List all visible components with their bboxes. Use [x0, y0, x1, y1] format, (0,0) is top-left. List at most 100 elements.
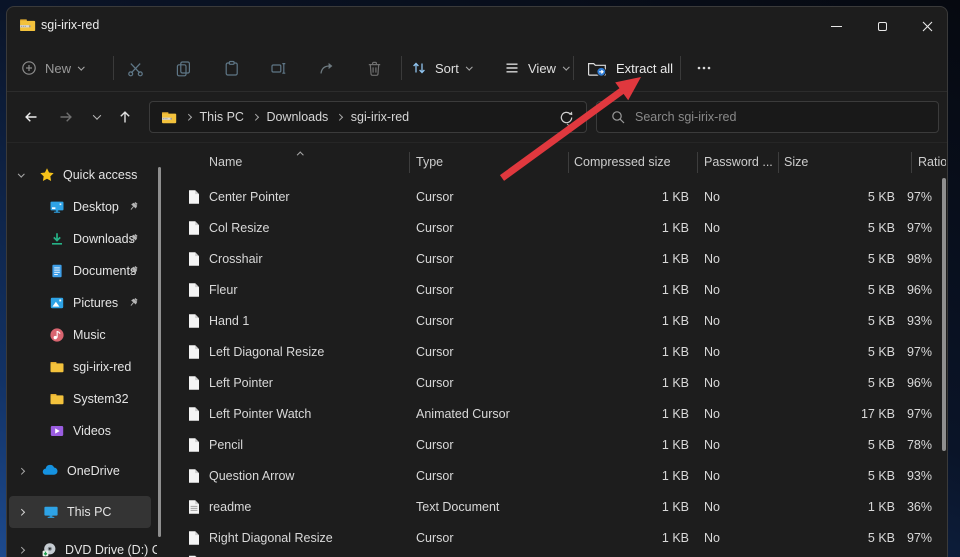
file-row[interactable]: Left Diagonal Resize Cursor 1 KB No 5 KB…: [171, 336, 948, 367]
file-row[interactable]: Left Pointer Watch Animated Cursor 1 KB …: [171, 398, 948, 429]
address-box[interactable]: This PC Downloads sgi-irix-red: [149, 101, 587, 133]
cell-compressed: 1 KB: [607, 190, 689, 204]
search-input[interactable]: [635, 110, 905, 124]
sidebar-item-documents[interactable]: Documents: [7, 256, 171, 286]
rename-icon: [270, 60, 287, 77]
new-button[interactable]: New: [21, 45, 84, 91]
pictures-icon: [49, 295, 65, 311]
sidebar-scrollbar[interactable]: [158, 167, 161, 537]
view-button[interactable]: View: [504, 45, 568, 91]
sidebar-item-pictures[interactable]: Pictures: [7, 288, 171, 318]
column-header-compressed-size[interactable]: Compressed size: [574, 155, 671, 169]
cell-size: 5 KB: [807, 469, 895, 483]
column-divider[interactable]: [778, 152, 779, 173]
file-icon: [188, 189, 200, 204]
recent-locations-button[interactable]: [86, 100, 108, 134]
sidebar-item-videos[interactable]: Videos: [7, 416, 171, 446]
breadcrumb-current-folder[interactable]: sgi-irix-red: [351, 110, 409, 124]
forward-button[interactable]: [53, 100, 79, 134]
share-icon: [318, 60, 335, 77]
file-row[interactable]: Pencil Cursor 1 KB No 5 KB 78%: [171, 429, 948, 460]
search-icon: [611, 110, 625, 124]
cut-button[interactable]: [121, 45, 149, 91]
sort-ascending-icon: [298, 146, 303, 160]
chevron-right-icon[interactable]: [19, 510, 29, 515]
sidebar-item-downloads[interactable]: Downloads: [7, 224, 171, 254]
view-button-label: View: [528, 61, 556, 76]
file-icon: [188, 530, 200, 545]
refresh-button[interactable]: [553, 100, 579, 134]
column-header-size[interactable]: Size: [784, 155, 808, 169]
arrow-up-icon: [117, 109, 133, 125]
cell-compressed: 1 KB: [607, 283, 689, 297]
breadcrumb-this-pc[interactable]: This PC: [200, 110, 244, 124]
back-button[interactable]: [18, 100, 44, 134]
paste-button[interactable]: [217, 45, 245, 91]
up-button[interactable]: [112, 100, 138, 134]
maximize-button[interactable]: [859, 7, 905, 45]
close-icon: [922, 21, 933, 32]
column-header-type[interactable]: Type: [416, 155, 443, 169]
maximize-icon: [878, 22, 887, 31]
chevron-right-icon: [185, 114, 191, 120]
copy-button[interactable]: [169, 45, 197, 91]
sidebar-item-sgi-irix-red[interactable]: sgi-irix-red: [7, 352, 171, 382]
cell-size: 5 KB: [807, 314, 895, 328]
breadcrumb-downloads[interactable]: Downloads: [266, 110, 328, 124]
share-button[interactable]: [312, 45, 340, 91]
chevron-right-icon[interactable]: [19, 469, 29, 474]
chevron-down-icon[interactable]: [19, 173, 29, 178]
toolbar-separator: [680, 56, 681, 80]
file-icon: [188, 375, 200, 390]
sidebar-item-desktop[interactable]: Desktop: [7, 192, 171, 222]
file-list-scrollbar[interactable]: [942, 178, 946, 451]
file-row[interactable]: Hand 1 Cursor 1 KB No 5 KB 93%: [171, 305, 948, 336]
delete-button[interactable]: [360, 45, 388, 91]
breadcrumb: This PC Downloads sgi-irix-red: [150, 102, 586, 132]
cell-size: 5 KB: [807, 438, 895, 452]
sidebar-item-quick-access[interactable]: Quick access: [7, 160, 171, 190]
column-divider[interactable]: [697, 152, 698, 173]
onedrive-cloud-icon: [41, 463, 57, 479]
file-row[interactable]: Col Resize Cursor 1 KB No 5 KB 97%: [171, 212, 948, 243]
sidebar-item-system32[interactable]: System32: [7, 384, 171, 414]
sidebar-label: Downloads: [73, 232, 135, 246]
extract-all-button[interactable]: Extract all: [587, 45, 673, 91]
file-icon: [188, 220, 200, 235]
file-icon: [188, 468, 200, 483]
rename-button[interactable]: [264, 45, 292, 91]
chevron-right-icon: [336, 114, 342, 120]
column-divider[interactable]: [409, 152, 410, 173]
chevron-right-icon[interactable]: [19, 548, 29, 553]
column-header-ratio[interactable]: Ratio: [918, 155, 946, 169]
more-options-button[interactable]: [689, 45, 719, 91]
cell-size: 5 KB: [807, 283, 895, 297]
column-divider[interactable]: [568, 152, 569, 173]
sidebar-label: This PC: [67, 505, 111, 519]
file-row[interactable]: Left Pointer Cursor 1 KB No 5 KB 96%: [171, 367, 948, 398]
command-bar: New: [7, 45, 947, 92]
cell-size: 5 KB: [807, 345, 895, 359]
sidebar-label: OneDrive: [67, 464, 120, 478]
cell-size: 5 KB: [807, 376, 895, 390]
column-header-name[interactable]: Name: [209, 155, 242, 169]
sidebar-item-onedrive[interactable]: OneDrive: [7, 456, 171, 486]
toolbar-separator: [401, 56, 402, 80]
column-header-password[interactable]: Password ...: [704, 155, 773, 169]
minimize-button[interactable]: [813, 7, 859, 45]
file-icon: [188, 313, 200, 328]
file-row[interactable]: readme Text Document 1 KB No 1 KB 36%: [171, 491, 948, 522]
sidebar-item-dvd-drive[interactable]: DVD Drive (D:) CP: [7, 535, 171, 557]
file-row[interactable]: Question Arrow Cursor 1 KB No 5 KB 93%: [171, 460, 948, 491]
cell-ratio: 97%: [887, 407, 932, 421]
file-row-partial[interactable]: [171, 553, 948, 557]
close-button[interactable]: [905, 7, 948, 45]
address-bar-row: This PC Downloads sgi-irix-red: [7, 92, 947, 143]
file-row[interactable]: Center Pointer Cursor 1 KB No 5 KB 97%: [171, 181, 948, 212]
file-row[interactable]: Right Diagonal Resize Cursor 1 KB No 5 K…: [171, 522, 948, 553]
file-row[interactable]: Crosshair Cursor 1 KB No 5 KB 98%: [171, 243, 948, 274]
sort-button[interactable]: Sort: [411, 45, 471, 91]
sidebar-item-music[interactable]: Music: [7, 320, 171, 350]
column-divider[interactable]: [911, 152, 912, 173]
file-row[interactable]: Fleur Cursor 1 KB No 5 KB 96%: [171, 274, 948, 305]
